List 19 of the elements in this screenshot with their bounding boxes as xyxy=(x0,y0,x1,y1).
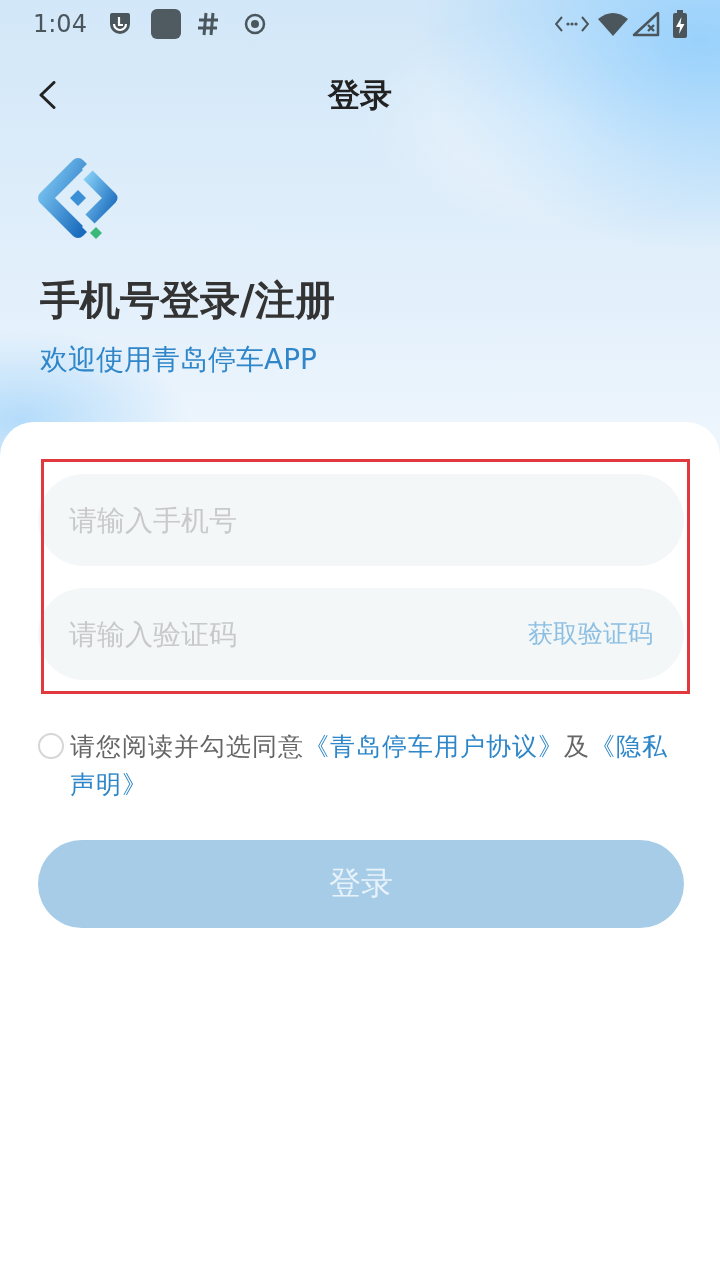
policy-link[interactable]: 《青岛停车用户协议》 xyxy=(304,732,564,761)
battery-icon xyxy=(672,10,688,38)
back-icon xyxy=(38,81,56,109)
policy-link[interactable]: 声明》 xyxy=(70,770,148,799)
hash-icon xyxy=(196,12,219,36)
agreement-checkbox[interactable] xyxy=(38,733,64,759)
policy-link[interactable]: 《隐私 xyxy=(590,732,668,761)
agreement-text: 请您阅读并勾选同意《青岛停车用户协议》及《隐私 声明》 xyxy=(70,731,669,801)
square-icon xyxy=(150,9,181,39)
target-icon xyxy=(243,13,266,35)
welcome-text: 欢迎使用青岛停车APP xyxy=(40,342,318,378)
login-heading: 手机号登录/注册 xyxy=(40,276,336,325)
page-title: 登录 xyxy=(328,75,392,115)
data-arrows-icon xyxy=(555,16,589,32)
wifi-icon xyxy=(598,12,628,36)
logo-icon xyxy=(38,158,118,242)
signal-icon xyxy=(632,11,660,37)
cup-icon xyxy=(108,12,131,36)
status-time: 1:04 xyxy=(33,12,87,36)
